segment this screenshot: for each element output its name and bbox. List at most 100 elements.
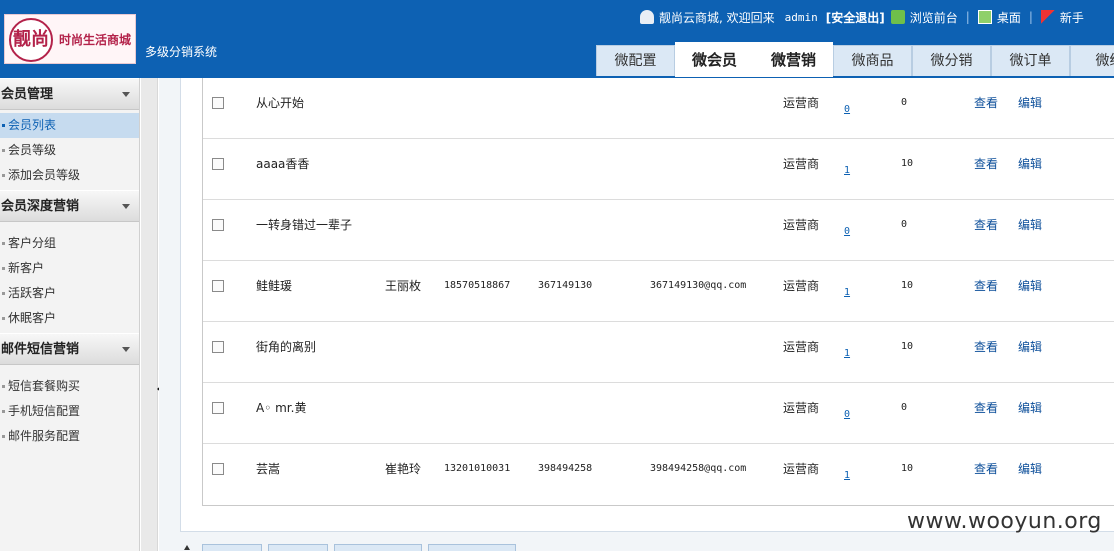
edit-link[interactable]: 编辑 <box>1018 78 1042 139</box>
sidebar-splitter[interactable] <box>141 78 158 551</box>
row-checkbox[interactable] <box>212 280 224 292</box>
member-phone: 13201010031 <box>444 463 511 474</box>
table-row: 鲑鲑瑗 王丽枚 18570518867 367149130 367149130@… <box>203 261 1114 322</box>
bottom-action-buttons <box>183 544 522 551</box>
action-button[interactable] <box>202 544 262 551</box>
member-real-name: 王丽枚 <box>385 279 422 293</box>
member-nickname: A◦ mr.黄 <box>256 401 307 415</box>
flag-icon <box>1040 10 1055 24</box>
member-email: 398494258@qq.com <box>650 463 747 474</box>
action-button[interactable] <box>428 544 516 551</box>
sidebar-item-dormant-customers[interactable]: 休眠客户 <box>0 306 139 331</box>
tab-wei-member[interactable]: 微会员 <box>675 42 754 77</box>
main-content: 从心开始 运营商 0 0 查看 编辑 aaaa香香 运营商 1 10 查看 编辑… <box>159 78 1114 551</box>
sidebar-group-member-management[interactable]: 会员管理 <box>0 78 139 110</box>
member-role: 运营商 <box>783 218 820 232</box>
logo-text: 时尚生活商城 <box>59 33 132 47</box>
row-checkbox[interactable] <box>212 402 224 414</box>
tab-wei-order[interactable]: 微订单 <box>991 45 1070 76</box>
logout-link[interactable]: [安全退出] <box>826 9 885 26</box>
member-count-link[interactable]: 1 <box>844 456 850 517</box>
member-phone: 18570518867 <box>444 280 511 291</box>
table-row: A◦ mr.黄 运营商 0 0 查看 编辑 <box>203 383 1114 444</box>
member-role: 运营商 <box>783 157 820 171</box>
edit-link[interactable]: 编辑 <box>1018 322 1042 383</box>
sidebar: 会员管理 会员列表 会员等级 添加会员等级 会员深度营销 客户分组 新客户 活跃… <box>0 78 140 551</box>
tab-wei-config[interactable]: 微配置 <box>596 45 675 76</box>
separator: | <box>1028 10 1033 24</box>
tab-wei-product[interactable]: 微商品 <box>833 45 912 76</box>
edit-link[interactable]: 编辑 <box>1018 383 1042 444</box>
row-checkbox[interactable] <box>212 341 224 353</box>
desktop-icon <box>977 10 992 24</box>
chevron-down-icon <box>122 347 130 352</box>
sidebar-item-sms-package[interactable]: 短信套餐购买 <box>0 374 139 399</box>
row-checkbox[interactable] <box>212 219 224 231</box>
logo[interactable]: 靓尚 时尚生活商城 <box>4 14 136 64</box>
member-nickname: 一转身错过一辈子 <box>256 218 353 232</box>
browse-front-link[interactable]: 浏览前台 <box>910 9 958 26</box>
watermark: www.wooyun.org <box>907 509 1102 534</box>
member-number: 0 <box>901 402 908 413</box>
member-role: 运营商 <box>783 401 820 415</box>
sidebar-item-new-customers[interactable]: 新客户 <box>0 256 139 281</box>
chevron-down-icon <box>122 92 130 97</box>
action-button[interactable] <box>334 544 422 551</box>
member-qq: 367149130 <box>538 280 593 291</box>
sidebar-item-customer-groups[interactable]: 客户分组 <box>0 231 139 256</box>
main-nav-tabs: 微配置 微会员 微营销 微商品 微分销 微订单 微统 <box>596 42 1114 78</box>
edit-link[interactable]: 编辑 <box>1018 139 1042 200</box>
separator: | <box>965 10 970 24</box>
view-link[interactable]: 查看 <box>974 78 998 139</box>
sidebar-item-member-levels[interactable]: 会员等级 <box>0 138 139 163</box>
edit-link[interactable]: 编辑 <box>1018 444 1042 505</box>
user-icon <box>640 10 654 24</box>
sidebar-item-sms-config[interactable]: 手机短信配置 <box>0 399 139 424</box>
member-role: 运营商 <box>783 462 820 476</box>
sidebar-item-add-member-level[interactable]: 添加会员等级 <box>0 163 139 188</box>
view-link[interactable]: 查看 <box>974 322 998 383</box>
row-checkbox[interactable] <box>212 97 224 109</box>
table-row: 芸嵩 崔艳玲 13201010031 398494258 398494258@q… <box>203 444 1114 505</box>
row-checkbox[interactable] <box>212 158 224 170</box>
new-hand-link[interactable]: 新手 <box>1060 9 1084 26</box>
member-number: 10 <box>901 341 914 352</box>
member-real-name: 崔艳玲 <box>385 462 422 476</box>
chevron-down-icon <box>122 204 130 209</box>
member-nickname: 从心开始 <box>256 96 305 110</box>
member-number: 10 <box>901 158 914 169</box>
top-bar: 靓尚云商城, 欢迎回来 admin [安全退出] 浏览前台 | 桌面 | 新手 <box>640 8 1084 26</box>
member-nickname: 鲑鲑瑗 <box>256 279 293 293</box>
table-row: aaaa香香 运营商 1 10 查看 编辑 <box>203 139 1114 200</box>
edit-link[interactable]: 编辑 <box>1018 261 1042 322</box>
sidebar-item-active-customers[interactable]: 活跃客户 <box>0 281 139 306</box>
sidebar-group-email-sms-marketing[interactable]: 邮件短信营销 <box>0 333 139 365</box>
sidebar-item-email-config[interactable]: 邮件服务配置 <box>0 424 139 449</box>
edit-link[interactable]: 编辑 <box>1018 200 1042 261</box>
table-row: 街角的离别 运营商 1 10 查看 编辑 <box>203 322 1114 383</box>
view-link[interactable]: 查看 <box>974 139 998 200</box>
app-header: 靓尚 时尚生活商城 多级分销系统 靓尚云商城, 欢迎回来 admin [安全退出… <box>0 0 1114 78</box>
row-checkbox[interactable] <box>212 463 224 475</box>
desktop-link[interactable]: 桌面 <box>997 9 1021 26</box>
sidebar-item-member-list[interactable]: 会员列表 <box>0 113 139 138</box>
logo-mark: 靓尚 <box>9 18 53 62</box>
view-link[interactable]: 查看 <box>974 200 998 261</box>
view-link[interactable]: 查看 <box>974 261 998 322</box>
member-role: 运营商 <box>783 96 820 110</box>
sidebar-group-deep-marketing[interactable]: 会员深度营销 <box>0 190 139 222</box>
member-qq: 398494258 <box>538 463 593 474</box>
member-role: 运营商 <box>783 279 820 293</box>
tab-wei-stats[interactable]: 微统 <box>1070 45 1114 76</box>
member-nickname: aaaa香香 <box>256 157 310 171</box>
system-subtitle: 多级分销系统 <box>145 45 218 59</box>
tab-wei-marketing[interactable]: 微营销 <box>754 42 833 77</box>
username: admin <box>784 10 818 24</box>
action-button[interactable] <box>268 544 328 551</box>
tab-wei-distribution[interactable]: 微分销 <box>912 45 991 76</box>
view-link[interactable]: 查看 <box>974 444 998 505</box>
member-number: 10 <box>901 463 914 474</box>
view-link[interactable]: 查看 <box>974 383 998 444</box>
member-role: 运营商 <box>783 340 820 354</box>
member-number: 0 <box>901 219 908 230</box>
